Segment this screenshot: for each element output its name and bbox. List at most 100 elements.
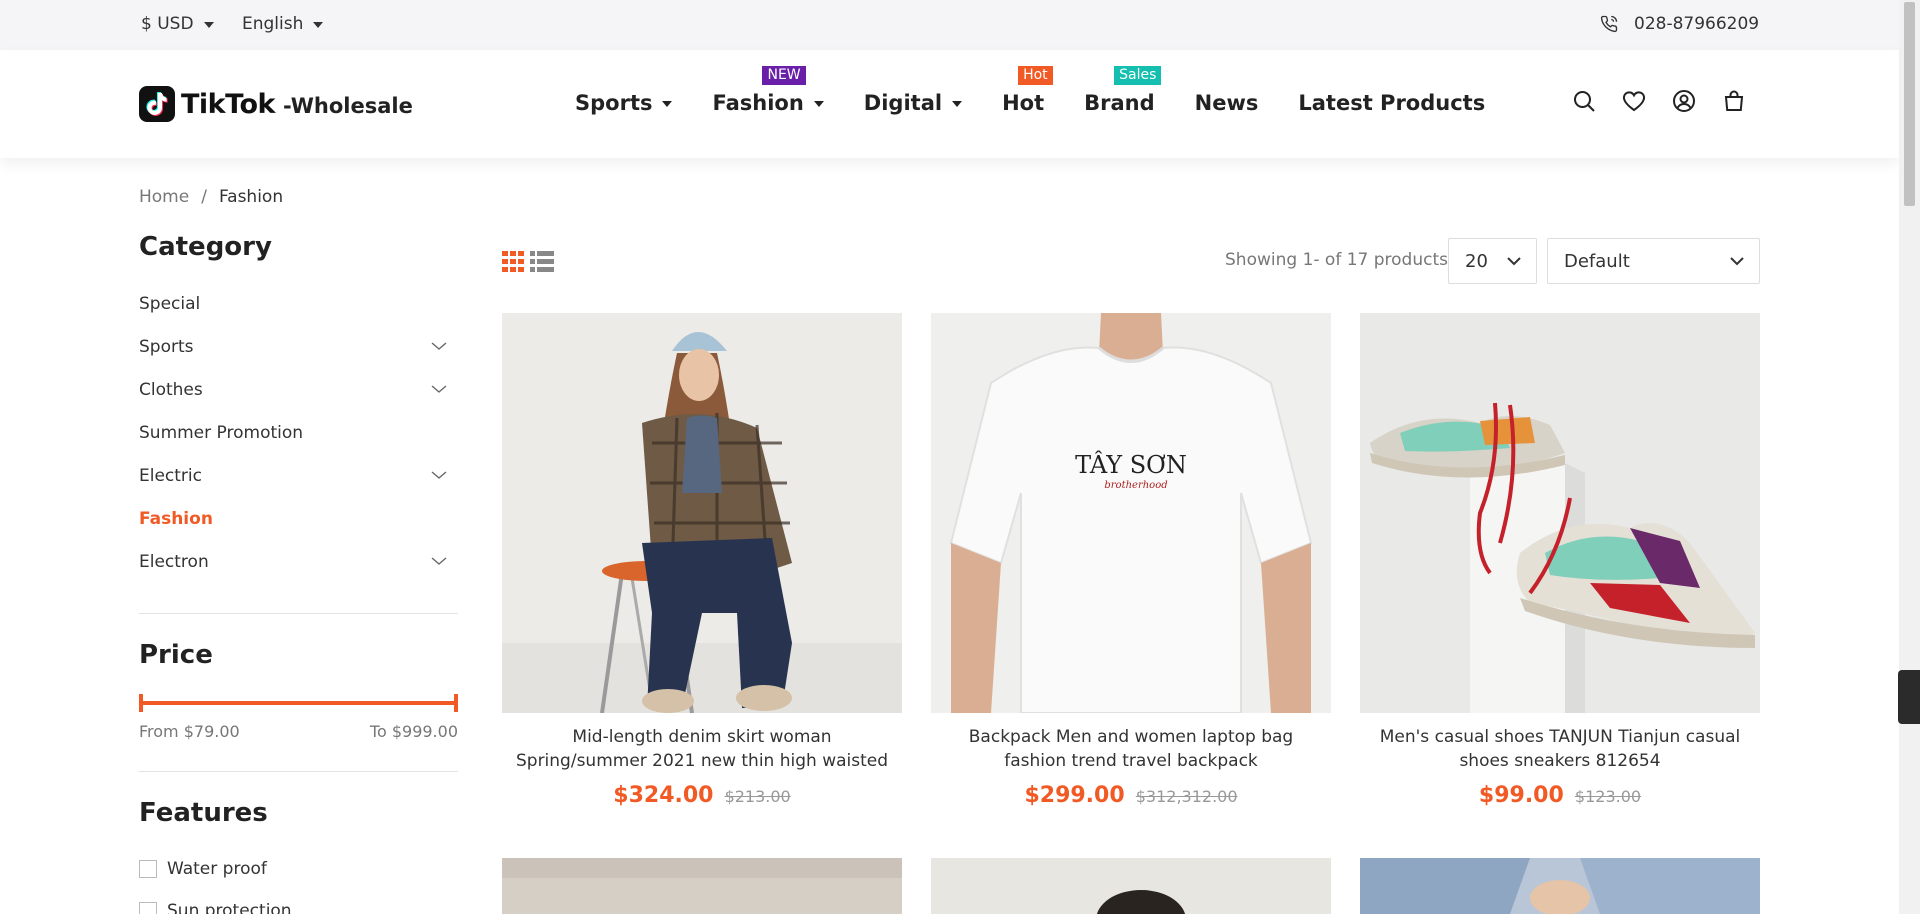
- product-prices: $324.00 $213.00: [502, 783, 902, 808]
- currency-selector[interactable]: $ USD: [141, 14, 214, 34]
- side-tab[interactable]: [1898, 670, 1920, 724]
- per-page-select[interactable]: 20: [1448, 238, 1537, 284]
- chevron-down-icon[interactable]: [430, 382, 448, 396]
- price-to: To $999.00: [369, 722, 458, 741]
- price-max-handle[interactable]: [454, 694, 458, 712]
- top-bar: $ USD English 028-87966209: [0, 0, 1899, 50]
- product-image[interactable]: [1360, 858, 1760, 914]
- logo-suffix: -Wholesale: [282, 94, 413, 118]
- shirt-print-subtext: brotherhood: [1104, 480, 1167, 491]
- product-photo-partial: [1360, 858, 1760, 914]
- nav-item-hot[interactable]: Hot Hot: [1002, 66, 1053, 115]
- nav-label: Brand: [1084, 91, 1155, 115]
- phone-number: 028-87966209: [1634, 14, 1760, 34]
- user-icon[interactable]: [1672, 89, 1696, 113]
- chevron-down-icon[interactable]: [430, 554, 448, 568]
- search-icon[interactable]: [1572, 89, 1596, 113]
- checkbox[interactable]: [139, 902, 157, 914]
- chevron-down-icon: [1730, 257, 1744, 266]
- product-card[interactable]: TÂY SƠN brotherhood Backpack Men and wom…: [931, 313, 1331, 808]
- nav-label: Digital: [863, 91, 943, 115]
- category-item-electric[interactable]: Electric: [139, 454, 458, 497]
- checkbox[interactable]: [139, 860, 157, 878]
- product-price: $99.00: [1478, 783, 1564, 808]
- feature-sun-protection[interactable]: Sun protection: [139, 890, 458, 914]
- category-label: Electron: [139, 551, 209, 572]
- nav-item-news[interactable]: News: [1195, 91, 1259, 115]
- product-image[interactable]: [502, 313, 902, 713]
- product-photo-partial: [931, 858, 1331, 914]
- product-card[interactable]: Mid-length denim skirt woman Spring/summ…: [502, 313, 902, 808]
- category-item-clothes[interactable]: Clothes: [139, 368, 458, 411]
- product-name[interactable]: Backpack Men and women laptop bag fashio…: [931, 725, 1331, 773]
- nav-item-digital[interactable]: Digital: [863, 91, 963, 115]
- product-image[interactable]: [1360, 313, 1760, 713]
- feature-water-proof[interactable]: Water proof: [139, 848, 458, 890]
- breadcrumb-home[interactable]: Home: [139, 187, 189, 207]
- category-item-summer-promotion[interactable]: Summer Promotion: [139, 411, 458, 454]
- grid-view-icon[interactable]: [502, 251, 526, 273]
- chevron-down-icon[interactable]: [430, 339, 448, 353]
- feature-label: Sun protection: [167, 901, 292, 914]
- nav-label: News: [1194, 91, 1259, 115]
- product-image[interactable]: [931, 858, 1331, 914]
- category-label: Clothes: [139, 379, 203, 400]
- price-range-labels: From $79.00 To $999.00: [139, 722, 458, 741]
- language-label: English: [242, 14, 304, 34]
- phone-contact[interactable]: 028-87966209: [1600, 14, 1759, 34]
- caret-down-icon: [313, 22, 324, 28]
- result-count: Showing 1- of 17 products: [1225, 250, 1448, 270]
- site-logo[interactable]: TikTok -Wholesale: [139, 86, 413, 122]
- nav-item-fashion[interactable]: NEW Fashion: [712, 66, 824, 115]
- phone-icon: [1600, 15, 1618, 33]
- category-label: Electric: [139, 465, 202, 486]
- category-item-sports[interactable]: Sports: [139, 325, 458, 368]
- product-price: $324.00: [613, 783, 714, 808]
- category-item-electron[interactable]: Electron: [139, 540, 458, 583]
- sort-select[interactable]: Default: [1547, 238, 1760, 284]
- shopping-bag-icon[interactable]: [1722, 89, 1746, 113]
- list-view-icon[interactable]: [530, 251, 554, 273]
- filter-sidebar: Category Special Sports Clothes Summer P…: [139, 232, 458, 914]
- breadcrumb-current: Fashion: [218, 187, 284, 207]
- product-prices: $299.00 $312,312.00: [931, 783, 1331, 808]
- heart-icon[interactable]: [1622, 89, 1646, 113]
- chevron-down-icon: [1507, 257, 1521, 266]
- nav-badge-new: NEW: [762, 66, 806, 90]
- product-image[interactable]: [502, 858, 902, 914]
- language-selector[interactable]: English: [242, 14, 324, 34]
- nav-label: Sports: [575, 91, 653, 115]
- sort-value: Default: [1564, 250, 1630, 272]
- features-title: Features: [139, 798, 268, 828]
- tiktok-logo-icon: [139, 86, 175, 122]
- nav-label: Hot: [1002, 91, 1045, 115]
- category-item-fashion[interactable]: Fashion: [139, 497, 458, 540]
- breadcrumb-separator: /: [201, 187, 207, 207]
- price-min-handle[interactable]: [139, 694, 143, 712]
- price-from: From $79.00: [139, 722, 240, 741]
- nav-item-latest-products[interactable]: Latest Products: [1298, 91, 1485, 115]
- shirt-print-text: TÂY SƠN: [1075, 450, 1187, 479]
- category-label: Summer Promotion: [139, 422, 304, 443]
- nav-label: Latest Products: [1298, 91, 1486, 115]
- caret-down-icon: [813, 101, 824, 107]
- product-name[interactable]: Mid-length denim skirt woman Spring/summ…: [502, 725, 902, 773]
- chevron-down-icon[interactable]: [430, 468, 448, 482]
- nav-badge-sales: Sales: [1114, 66, 1162, 90]
- category-label: Special: [139, 293, 201, 314]
- scrollbar-thumb[interactable]: [1904, 2, 1915, 206]
- product-old-price: $312,312.00: [1135, 787, 1238, 806]
- product-name[interactable]: Men's casual shoes TANJUN Tianjun casual…: [1360, 725, 1760, 773]
- category-item-special[interactable]: Special: [139, 282, 458, 325]
- product-card[interactable]: Men's casual shoes TANJUN Tianjun casual…: [1360, 313, 1760, 808]
- price-range-bar: [141, 701, 456, 705]
- nav-item-brand[interactable]: Sales Brand: [1084, 66, 1162, 115]
- category-label: Fashion: [139, 508, 213, 529]
- product-image[interactable]: TÂY SƠN brotherhood: [931, 313, 1331, 713]
- main-nav: Sports NEW Fashion Digital Hot Hot Sales…: [575, 66, 1525, 118]
- nav-item-sports[interactable]: Sports: [575, 91, 673, 115]
- page-scrollbar[interactable]: [1899, 0, 1920, 914]
- currency-label: $ USD: [141, 14, 194, 34]
- woman-seated-photo: [502, 313, 902, 713]
- price-range-slider[interactable]: [139, 694, 458, 712]
